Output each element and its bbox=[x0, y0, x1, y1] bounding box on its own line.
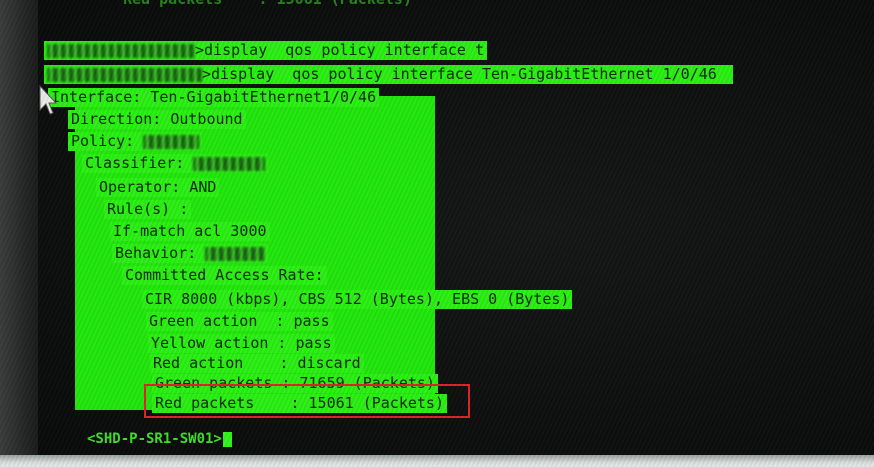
redacted-hostname bbox=[47, 43, 195, 58]
terminal-line-if-match: If-match acl 3000 bbox=[110, 222, 270, 241]
terminal-line-red-action: Red action : discard bbox=[150, 354, 364, 373]
redacted-hostname bbox=[47, 67, 202, 82]
terminal-partial-line: Red packets : 15061 (Packets) bbox=[120, 0, 415, 9]
terminal-line-green-action: Green action : pass bbox=[146, 312, 333, 331]
terminal-line-cir: CIR 8000 (kbps), CBS 512 (Bytes), EBS 0 … bbox=[142, 290, 573, 309]
terminal-line-car: Committed Access Rate: bbox=[122, 266, 327, 285]
text-cursor bbox=[222, 431, 232, 447]
redacted-policy-name bbox=[143, 134, 200, 149]
terminal-line-behavior: Behavior: bbox=[112, 244, 269, 263]
terminal-line-command-short: >display qos policy interface t bbox=[44, 41, 487, 60]
terminal-line-rules: Rule(s) : bbox=[104, 200, 192, 219]
mouse-pointer-icon bbox=[39, 84, 58, 115]
terminal-line-command-full: >display qos policy interface Ten-Gigabi… bbox=[44, 65, 733, 84]
monitor-bezel-bottom bbox=[0, 455, 874, 467]
terminal-prompt[interactable]: <SHD-P-SR1-SW01> bbox=[84, 430, 235, 449]
terminal-line-policy: Policy: bbox=[68, 132, 203, 151]
red-highlight-box bbox=[144, 384, 470, 418]
terminal-line-interface: Interface: Ten-GigabitEthernet1/0/46 bbox=[48, 88, 380, 107]
redacted-behavior-name bbox=[205, 246, 266, 261]
terminal-line-yellow-action: Yellow action : pass bbox=[148, 334, 335, 353]
redacted-classifier-name bbox=[193, 156, 266, 171]
terminal-line-classifier: Classifier: bbox=[82, 154, 269, 173]
photo-of-monitor: Red packets : 15061 (Packets) >display q… bbox=[0, 0, 874, 467]
terminal-line-operator: Operator: AND bbox=[96, 178, 220, 197]
terminal-line-direction: Direction: Outbound bbox=[68, 110, 246, 129]
